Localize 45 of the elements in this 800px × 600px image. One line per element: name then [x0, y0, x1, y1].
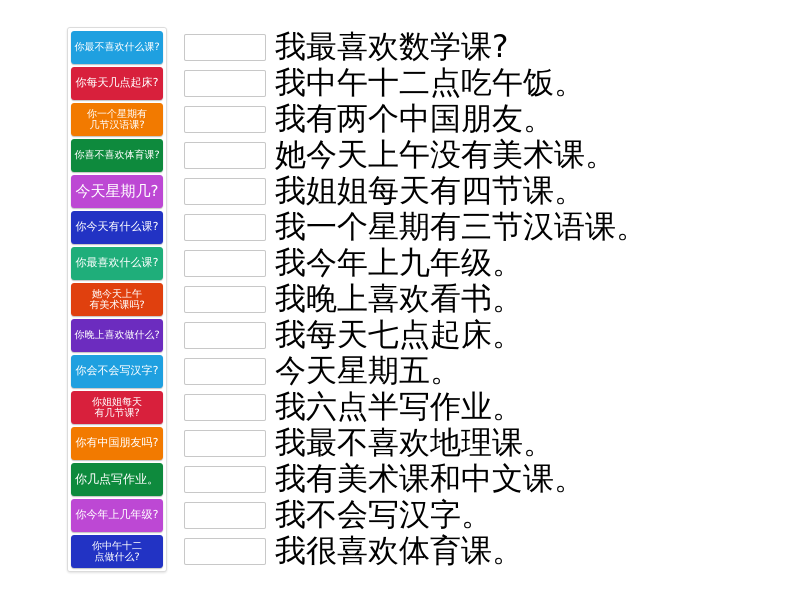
sentence-text: 我最不喜欢地理课。 [275, 428, 554, 459]
answer-box[interactable] [184, 358, 266, 385]
sentence-text: 我晚上喜欢看书。 [275, 284, 523, 315]
answer-box[interactable] [184, 286, 266, 313]
question-tile[interactable]: 你晚上喜欢做什么? [71, 319, 163, 352]
answer-box[interactable] [184, 502, 266, 529]
sentence-text: 我六点半写作业。 [275, 392, 523, 423]
question-tile[interactable]: 你最喜欢什么课? [71, 247, 163, 280]
sentence-text: 我不会写汉字。 [275, 500, 492, 531]
answer-box[interactable] [184, 178, 266, 205]
sentence-text: 我最喜欢数学课? [275, 32, 508, 63]
question-tile[interactable]: 你最不喜欢什么课? [71, 31, 163, 64]
sentence-text: 我一个星期有三节汉语课。 [275, 212, 647, 243]
question-tile[interactable]: 你几点写作业。 [71, 463, 163, 496]
answer-box[interactable] [184, 394, 266, 421]
question-tile[interactable]: 你中午十二点做什么? [71, 535, 163, 568]
answer-box[interactable] [184, 322, 266, 349]
sentence-text: 我有两个中国朋友。 [275, 104, 554, 135]
question-tile[interactable]: 你今年上几年级? [71, 499, 163, 532]
answer-box[interactable] [184, 142, 266, 169]
answer-box[interactable] [184, 34, 266, 61]
sentence-text: 我今年上九年级。 [275, 248, 523, 279]
sentence-text: 我很喜欢体育课。 [275, 536, 523, 567]
sentence-text: 我有美术课和中文课。 [275, 464, 585, 495]
question-tile[interactable]: 她今天上午有美术课吗? [71, 283, 163, 316]
answer-box[interactable] [184, 70, 266, 97]
question-tile[interactable]: 你喜不喜欢体育课? [71, 139, 163, 172]
answer-box[interactable] [184, 250, 266, 277]
question-tile[interactable]: 你有中国朋友吗? [71, 427, 163, 460]
sentence-text: 我每天七点起床。 [275, 320, 523, 351]
question-tile[interactable]: 你姐姐每天有几节课? [71, 391, 163, 424]
question-tile[interactable]: 你会不会写汉字? [71, 355, 163, 388]
sentence-text: 我中午十二点吃午饭。 [275, 68, 585, 99]
sentence-text: 我姐姐每天有四节课。 [275, 176, 585, 207]
answer-box[interactable] [184, 538, 266, 565]
question-tile[interactable]: 你每天几点起床? [71, 67, 163, 100]
question-tile[interactable]: 今天星期几? [71, 175, 163, 208]
question-tile[interactable]: 你一个星期有几节汉语课? [71, 103, 163, 136]
question-tile[interactable]: 你今天有什么课? [71, 211, 163, 244]
answer-box[interactable] [184, 106, 266, 133]
sentence-text: 她今天上午没有美术课。 [275, 140, 616, 171]
answer-box[interactable] [184, 430, 266, 457]
answer-box[interactable] [184, 214, 266, 241]
sentence-text: 今天星期五。 [275, 356, 461, 387]
answer-box[interactable] [184, 466, 266, 493]
